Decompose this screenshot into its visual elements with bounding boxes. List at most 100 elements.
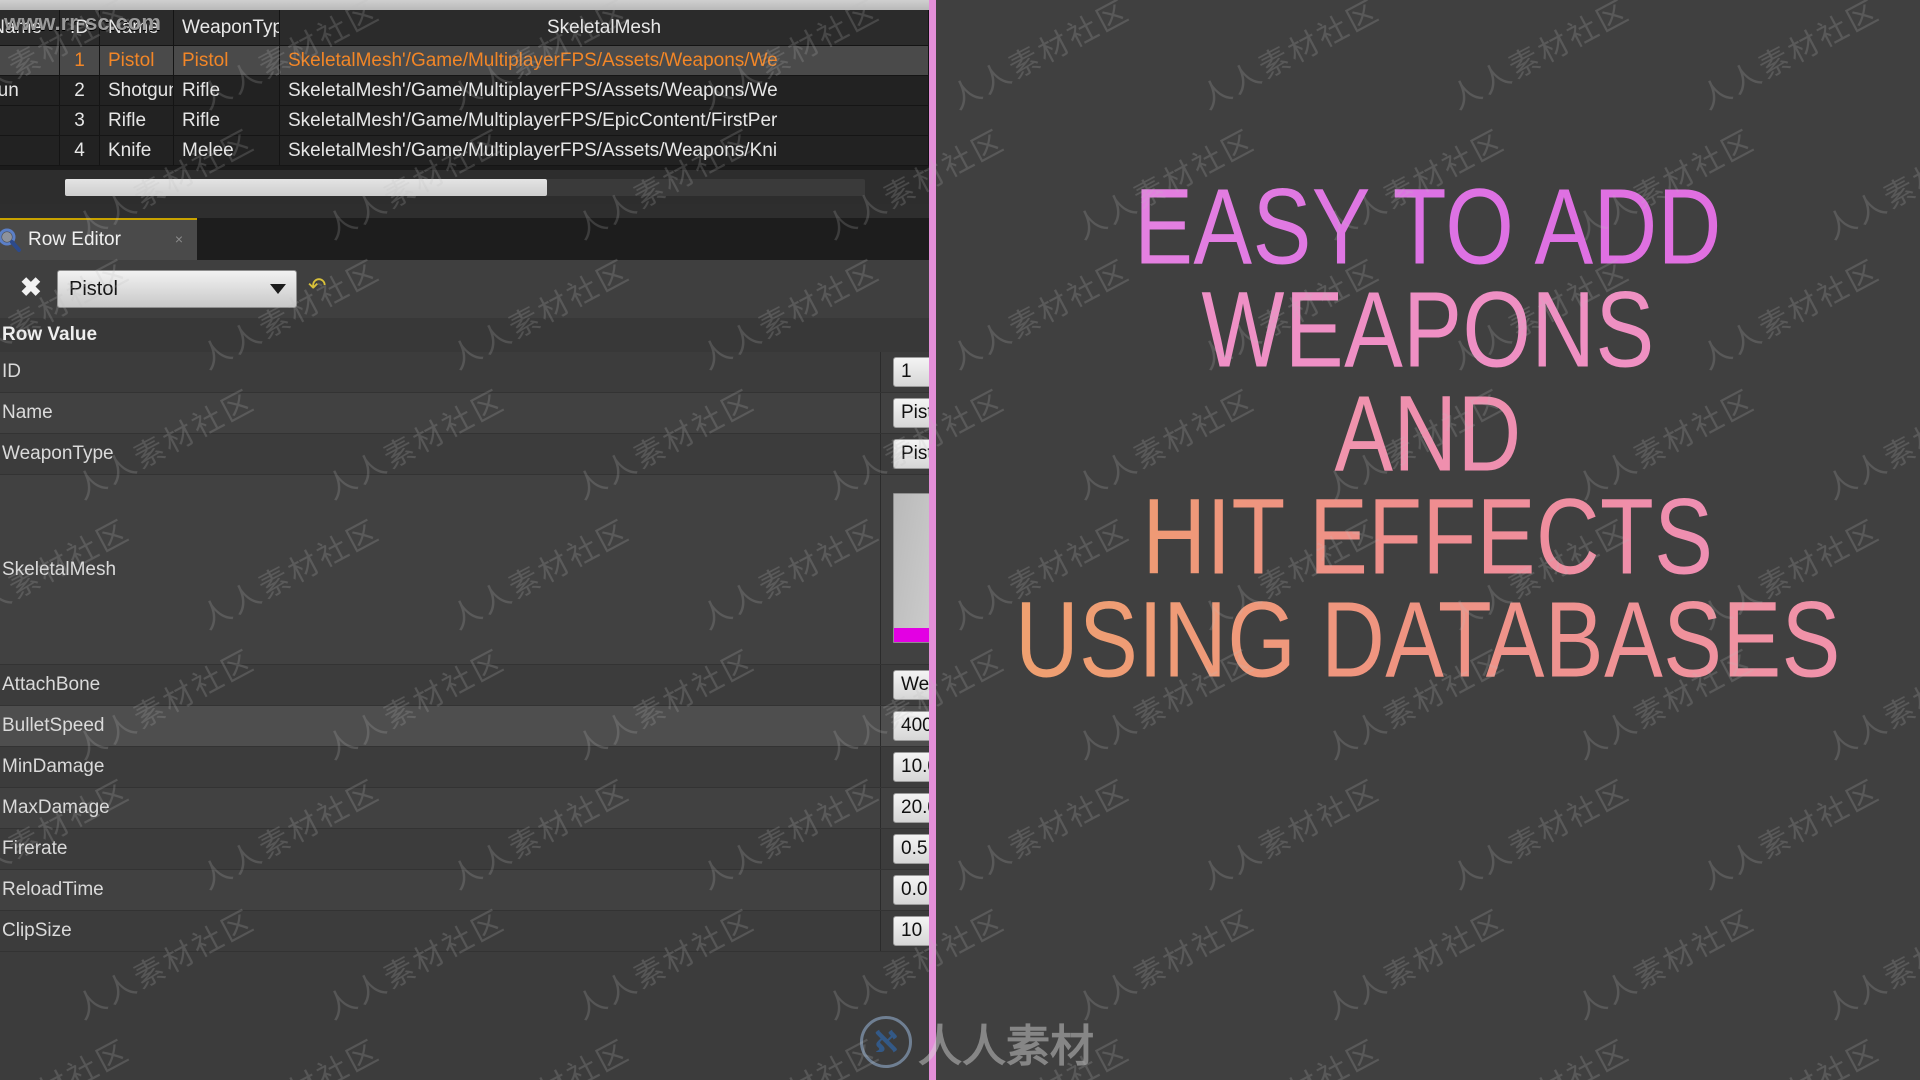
property-column-divider: [880, 393, 881, 433]
cell-name: Pistol: [100, 46, 174, 75]
data-table-body: Pistol1PistolPistolSkeletalMesh'/Game/Mu…: [0, 46, 929, 166]
cell-rowname: Pistol: [0, 46, 60, 75]
property-value-input[interactable]: 1: [893, 357, 929, 387]
property-label: Name: [2, 402, 53, 423]
row-value-section-header: Row Value: [0, 318, 929, 352]
promo-line: AND: [1334, 372, 1522, 494]
reset-to-default-button[interactable]: ↶: [308, 275, 326, 297]
property-row[interactable]: MaxDamage 20.0: [0, 788, 929, 829]
property-value-input[interactable]: 10.0: [893, 752, 929, 782]
property-value-input[interactable]: Pistol: [893, 439, 929, 469]
magnifier-icon: [0, 227, 22, 253]
property-row[interactable]: WeaponType Pistol: [0, 434, 929, 475]
cell-skeletalmesh: SkeletalMesh'/Game/MultiplayerFPS/EpicCo…: [280, 106, 929, 135]
cell-id: 3: [60, 106, 100, 135]
promo-line: HIT EFFECTS: [1142, 476, 1714, 597]
property-value-input[interactable]: 0.5: [893, 834, 929, 864]
property-label: WeaponType: [2, 443, 114, 464]
row-value-property-list: ID 1 Name Pistol WeaponType Pistol SkeletalMes…: [0, 352, 929, 1080]
row-selector-dropdown[interactable]: Pistol: [57, 270, 297, 308]
promo-line: WEAPONS: [1201, 269, 1655, 391]
column-header-name[interactable]: Name: [100, 10, 174, 45]
table-row[interactable]: Pistol1PistolPistolSkeletalMesh'/Game/Mu…: [0, 46, 929, 76]
property-row[interactable]: MinDamage 10.0: [0, 747, 929, 788]
asset-type-color-bar: [894, 628, 929, 642]
property-column-divider: [880, 706, 881, 746]
property-row[interactable]: Firerate 0.5: [0, 829, 929, 870]
property-row[interactable]: ReloadTime 0.0: [0, 870, 929, 911]
property-label: ID: [2, 361, 21, 382]
data-table: Row Name ID Name WeaponType SkeletalMesh…: [0, 10, 929, 170]
column-header-skeletalmesh[interactable]: SkeletalMesh: [280, 10, 929, 45]
property-column-divider: [880, 870, 881, 910]
property-label: AttachBone: [2, 674, 101, 695]
property-label: SkeletalMesh: [2, 558, 117, 580]
property-value-input[interactable]: WeaponSocket: [893, 670, 929, 700]
column-header-weapontype[interactable]: WeaponType: [174, 10, 280, 45]
cell-rowname: Shotgun: [0, 76, 60, 105]
cell-id: 2: [60, 76, 100, 105]
unreal-editor-panel: Row Name ID Name WeaponType SkeletalMesh…: [0, 0, 929, 1080]
panel-divider: [929, 0, 936, 1080]
cell-skeletalmesh: SkeletalMesh'/Game/MultiplayerFPS/Assets…: [280, 136, 929, 165]
property-label: Firerate: [2, 838, 68, 859]
property-row[interactable]: AttachBone WeaponSocket: [0, 665, 929, 706]
cell-name: Knife: [100, 136, 174, 165]
cell-name: Shotgun: [100, 76, 174, 105]
cell-weapontype: Rifle: [174, 76, 280, 105]
asset-thumbnail[interactable]: [893, 493, 929, 643]
data-table-header-row: Row Name ID Name WeaponType SkeletalMesh: [0, 10, 929, 46]
property-row[interactable]: SkeletalMesh: [0, 475, 929, 665]
promo-line: USING DATABASES: [1015, 579, 1841, 701]
row-selector-value: Pistol: [69, 277, 118, 300]
close-icon[interactable]: ×: [175, 232, 183, 246]
property-row[interactable]: Name Pistol: [0, 393, 929, 434]
horizontal-scrollbar-thumb[interactable]: [65, 179, 547, 196]
table-row[interactable]: Shotgun2ShotgunRifleSkeletalMesh'/Game/M…: [0, 76, 929, 106]
promo-line: EASY TO ADD: [1134, 166, 1722, 287]
property-row[interactable]: ClipSize 10: [0, 911, 929, 952]
horizontal-scrollbar-track[interactable]: [65, 179, 865, 196]
property-column-divider: [880, 665, 881, 705]
column-header-id[interactable]: ID: [60, 10, 100, 45]
remove-row-button[interactable]: ✖: [20, 274, 42, 300]
property-column-divider: [880, 434, 881, 474]
window-chrome-strip: [0, 0, 929, 10]
property-column-divider: [880, 352, 881, 392]
table-row[interactable]: Rifle3RifleRifleSkeletalMesh'/Game/Multi…: [0, 106, 929, 136]
property-label: MinDamage: [2, 756, 105, 777]
chevron-down-icon: [270, 284, 286, 294]
property-value-input[interactable]: 20.0: [893, 793, 929, 823]
tab-row-editor-label: Row Editor: [28, 229, 121, 250]
property-value-input[interactable]: Pistol: [893, 398, 929, 428]
screenshot-root: Row Name ID Name WeaponType SkeletalMesh…: [0, 0, 1920, 1080]
property-row[interactable]: BulletSpeed 40000.0: [0, 706, 929, 747]
property-label: MaxDamage: [2, 797, 110, 818]
property-column-divider: [880, 911, 881, 951]
cell-skeletalmesh: SkeletalMesh'/Game/MultiplayerFPS/Assets…: [280, 46, 929, 75]
row-editor-toolbar: + ✖ Pistol ↶: [0, 260, 929, 318]
property-value-input[interactable]: 10: [893, 916, 929, 946]
property-label: ClipSize: [2, 920, 72, 941]
property-column-divider: [880, 475, 881, 664]
property-row[interactable]: ID 1: [0, 352, 929, 393]
property-value-input[interactable]: 40000.0: [893, 711, 929, 741]
property-label: ReloadTime: [2, 879, 104, 900]
promo-text-panel: EASY TO ADD WEAPONS AND HIT EFFECTS USING DA…: [936, 0, 1920, 1080]
tab-row-editor[interactable]: Row Editor ×: [0, 218, 197, 260]
property-column-divider: [880, 829, 881, 869]
cell-name: Rifle: [100, 106, 174, 135]
cell-id: 1: [60, 46, 100, 75]
property-column-divider: [880, 747, 881, 787]
cell-rowname: Rifle: [0, 106, 60, 135]
cell-weapontype: Pistol: [174, 46, 280, 75]
property-column-divider: [880, 788, 881, 828]
column-header-rowname[interactable]: Row Name: [0, 10, 60, 45]
property-value-input[interactable]: 0.0: [893, 875, 929, 905]
data-table-scroll-area: [0, 170, 929, 204]
row-value-header-label: Row Value: [2, 324, 98, 345]
cell-rowname: Knife: [0, 136, 60, 165]
table-row[interactable]: Knife4KnifeMeleeSkeletalMesh'/Game/Multi…: [0, 136, 929, 166]
cell-id: 4: [60, 136, 100, 165]
cell-skeletalmesh: SkeletalMesh'/Game/MultiplayerFPS/Assets…: [280, 76, 929, 105]
